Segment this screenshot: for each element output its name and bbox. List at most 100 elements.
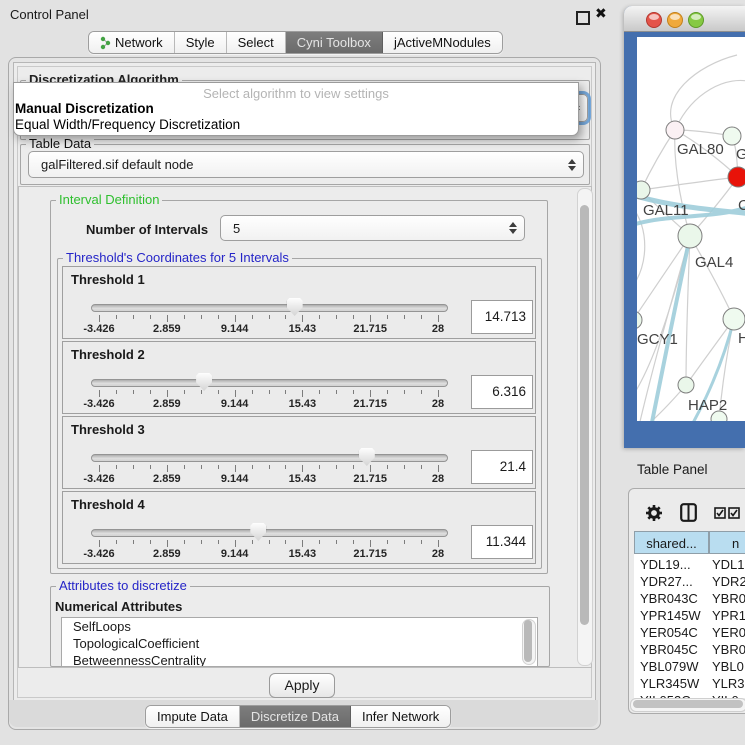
node-selected-node[interactable] [728,167,745,187]
node-gal80[interactable] [666,121,684,139]
threshold-slider-thumb[interactable] [359,448,375,466]
node-gal11[interactable] [637,181,650,199]
cell-name[interactable]: YPR1 [712,607,745,624]
network-canvas[interactable]: GAL80GCGAL11GAL4GCY1HHAP2 [637,37,745,421]
combo-stepper-icon [502,222,524,234]
threshold-value-field[interactable]: 21.4 [471,450,533,484]
slider-tick [218,540,219,544]
table-data-combobox[interactable]: galFiltered.sif default node [28,151,584,178]
node-node-right[interactable] [723,308,745,330]
cell-name[interactable]: YDL1 [712,556,745,573]
node-gcy1[interactable] [637,311,642,329]
tab-impute-data[interactable]: Impute Data [146,706,240,727]
network-window-titlebar[interactable] [624,6,745,32]
attributes-scrollbar-thumb[interactable] [524,620,532,662]
threshold-slider-track[interactable] [91,529,448,537]
node-table[interactable]: shared...nYDL19...YDL1YDR27...YDR2YBR043… [634,531,745,698]
table-row[interactable]: YDL19... YDL1 [634,556,745,573]
table-row[interactable]: YPR145W YPR1 [634,607,745,624]
cell-shared-name[interactable]: YBL079W [640,658,699,675]
close-icon[interactable]: ✖ [595,5,607,22]
table-row[interactable]: YBL079W YBL0 [634,658,745,675]
popup-hint: Select algorithm to view settings [14,83,578,101]
cell-name[interactable]: YER0 [712,624,745,641]
tab-discretize-data[interactable]: Discretize Data [240,706,351,727]
slider-tick [285,540,286,544]
table-row[interactable]: YLR345W YLR3 [634,675,745,692]
threshold-slider-thumb[interactable] [250,523,266,541]
threshold-slider-track[interactable] [91,454,448,462]
threshold-value-field[interactable]: 6.316 [471,375,533,409]
slider-tick [387,315,388,319]
slider-tick [167,465,168,472]
node-label-g: G [736,146,745,163]
slider-tick [184,390,185,394]
popup-option-equal-width-frequency-discretization[interactable]: Equal Width/Frequency Discretization [14,117,578,133]
node-gal4[interactable] [678,224,702,248]
threshold-value-field[interactable]: 14.713 [471,300,533,334]
tab-style[interactable]: Style [175,32,227,53]
table-row[interactable]: YDR27... YDR2 [634,573,745,590]
slider-tick [353,315,354,319]
threshold-slider-thumb[interactable] [196,373,212,391]
apply-button[interactable]: Apply [269,673,335,698]
split-columns-icon[interactable] [680,503,697,522]
column-header-shared-[interactable]: shared... [634,531,709,554]
cell-shared-name[interactable]: YLR345W [640,675,699,692]
cell-name[interactable]: YLR3 [712,675,745,692]
slider-tick [302,540,303,547]
cell-shared-name[interactable]: YDL19... [640,556,691,573]
cell-shared-name[interactable]: YPR145W [640,607,701,624]
threshold-slider-track[interactable] [91,304,448,312]
tab-cyni-toolbox[interactable]: Cyni Toolbox [286,32,383,53]
cell-shared-name[interactable]: YBR043C [640,590,698,607]
slider-tick [353,390,354,394]
cell-name[interactable]: YBR0 [712,641,745,658]
tab-infer-network[interactable]: Infer Network [351,706,450,727]
cell-name[interactable]: YBL0 [712,658,744,675]
minimize-traffic-light[interactable] [667,12,683,28]
threshold-slider-track[interactable] [91,379,448,387]
gear-icon[interactable] [645,504,663,522]
table-hscrollbar-thumb[interactable] [633,700,743,708]
slider-tick [99,315,100,322]
table-row[interactable]: YER054C YER0 [634,624,745,641]
slider-tick [285,390,286,394]
threshold-value-field[interactable]: 11.344 [471,525,533,559]
tick-label: 28 [416,398,460,410]
column-header-n[interactable]: n [709,531,745,554]
table-row[interactable]: YBR043C YBR0 [634,590,745,607]
cell-name[interactable]: YBR0 [712,590,745,607]
tab-select[interactable]: Select [227,32,286,53]
node-node-top-right[interactable] [723,127,741,145]
threshold-slider-thumb[interactable] [287,298,303,316]
node-label-hap2: HAP2 [688,397,727,414]
checkbox-checked-icon[interactable] [728,507,740,519]
slider-tick [99,465,100,472]
attribute-item-betweennesscentrality[interactable]: BetweennessCentrality [62,652,537,667]
node-hap2[interactable] [678,377,694,393]
cell-shared-name[interactable]: YDR27... [640,573,693,590]
table-row[interactable]: YBR045C YBR0 [634,641,745,658]
cell-shared-name[interactable]: YBR045C [640,641,698,658]
tab-jactivemnodules[interactable]: jActiveMNodules [383,32,502,53]
slider-tick [184,540,185,544]
zoom-traffic-light[interactable] [688,12,704,28]
slider-tick [269,390,270,394]
tab-network[interactable]: Network [89,32,175,53]
slider-tick [319,390,320,394]
attribute-item-topologicalcoefficient[interactable]: TopologicalCoefficient [62,635,537,652]
checkbox-checked-icon[interactable] [714,507,726,519]
main-scrollbar-thumb[interactable] [580,205,589,625]
slider-tick [404,315,405,319]
tick-label: 15.43 [280,398,324,410]
tick-label: 2.859 [145,473,189,485]
number-of-intervals-combobox[interactable]: 5 [220,215,525,241]
cell-shared-name[interactable]: YER054C [640,624,698,641]
tab-label: Network [115,35,163,50]
attribute-item-selfloops[interactable]: SelfLoops [62,618,537,635]
float-window-icon[interactable] [576,11,590,25]
popup-option-manual-discretization[interactable]: Manual Discretization [14,101,578,117]
cell-name[interactable]: YDR2 [712,573,745,590]
close-traffic-light[interactable] [646,12,662,28]
